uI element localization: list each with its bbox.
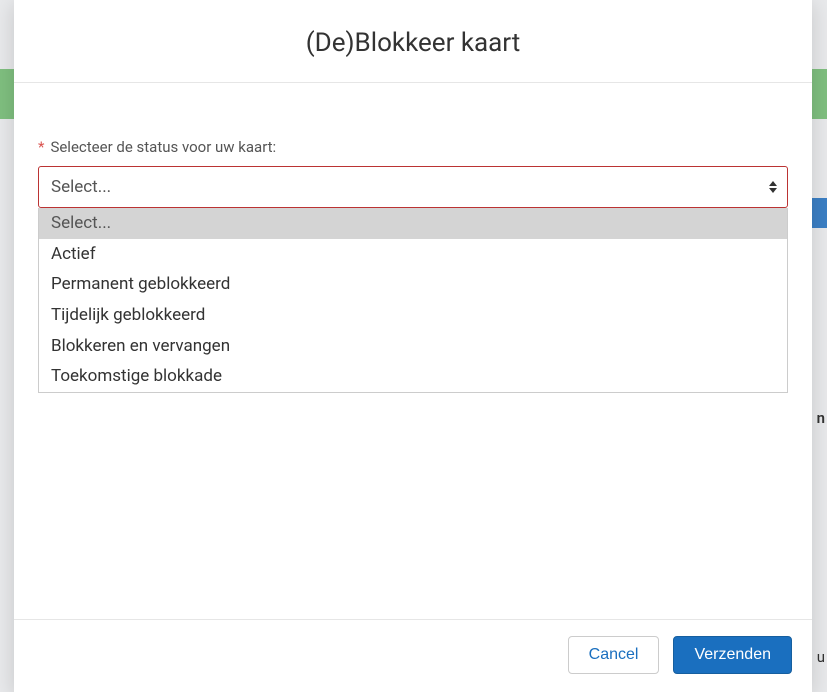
cancel-button[interactable]: Cancel — [568, 636, 660, 674]
status-select-value: Select... — [51, 177, 111, 197]
backdrop-text-fragment: n — [817, 409, 825, 427]
modal-header: (De)Blokkeer kaart — [14, 0, 812, 83]
status-select-wrapper: Select... Select...ActiefPermanent geblo… — [38, 166, 788, 208]
status-option[interactable]: Select... — [39, 208, 787, 239]
select-arrows-icon — [769, 181, 777, 193]
status-option[interactable]: Blokkeren en vervangen — [39, 331, 787, 362]
status-field-label: Selecteer de status voor uw kaart: — [50, 138, 276, 156]
status-option[interactable]: Actief — [39, 239, 787, 270]
status-option[interactable]: Tijdelijk geblokkeerd — [39, 300, 787, 331]
required-asterisk: * — [38, 138, 44, 156]
field-label-row: * Selecteer de status voor uw kaart: — [24, 137, 802, 156]
status-option[interactable]: Toekomstige blokkade — [39, 361, 787, 392]
modal-title: (De)Blokkeer kaart — [34, 28, 792, 58]
backdrop-text-fragment: u — [817, 648, 825, 666]
block-card-modal: (De)Blokkeer kaart * Selecteer de status… — [14, 0, 812, 692]
status-option[interactable]: Permanent geblokkeerd — [39, 269, 787, 300]
status-select[interactable]: Select... — [38, 166, 788, 208]
submit-button[interactable]: Verzenden — [673, 636, 792, 674]
modal-footer: Cancel Verzenden — [14, 619, 812, 692]
modal-body: * Selecteer de status voor uw kaart: Sel… — [14, 83, 812, 619]
status-dropdown-list: Select...ActiefPermanent geblokkeerdTijd… — [38, 208, 788, 393]
